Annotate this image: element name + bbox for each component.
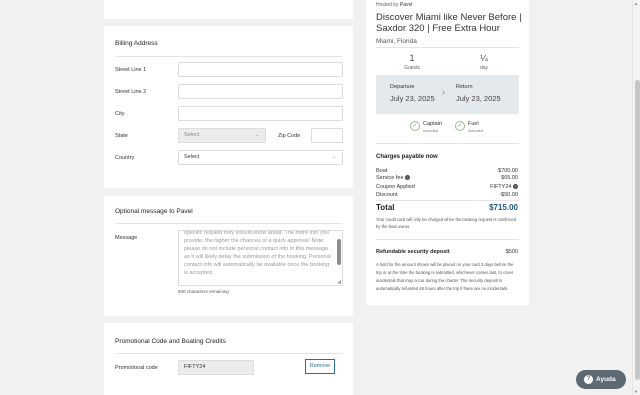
- divider: [376, 200, 519, 201]
- help-label: Ayuda: [596, 376, 616, 383]
- fuel-sub: Included: [468, 128, 484, 133]
- divider: [115, 223, 342, 224]
- captain-sub: Included: [423, 128, 439, 133]
- top-card: [104, 0, 353, 19]
- host-name: Pavel: [399, 2, 413, 8]
- billing-title: Billing Address: [115, 40, 158, 47]
- return-label: Return: [456, 84, 473, 90]
- fuel-check-icon: ✓: [455, 121, 465, 131]
- promo-title: Promotional Code and Boating Credits: [115, 338, 226, 345]
- country-select[interactable]: Select ⌄: [178, 150, 343, 165]
- divider: [115, 56, 342, 57]
- promo-label: Promotional code: [115, 365, 158, 371]
- charges-title: Charges payable now: [376, 154, 438, 160]
- divider: [376, 47, 519, 48]
- message-textarea[interactable]: specific request they should know about.…: [178, 230, 343, 286]
- hosted-prefix: Hosted by: [376, 2, 399, 8]
- duration-label: day: [479, 65, 489, 71]
- dates-box[interactable]: Departure July 23, 2025 › Return July 23…: [376, 75, 519, 114]
- charge-value-boat: $700.00: [498, 168, 518, 174]
- charge-label-discount: Discount: [376, 192, 398, 198]
- divider: [376, 143, 519, 144]
- listing-title: Discover Miami like Never Before | Saxdo…: [376, 12, 522, 34]
- captain-label: Captain: [423, 121, 442, 127]
- state-label: State: [115, 133, 128, 139]
- coupon-code: FIFTY24: [490, 184, 512, 190]
- charge-label-service-fee: Service fee: [376, 175, 404, 181]
- info-icon[interactable]: ?: [513, 184, 518, 190]
- total-label: Total: [376, 203, 395, 212]
- message-label: Message: [115, 235, 138, 241]
- zip-input[interactable]: [311, 128, 343, 143]
- city-label: City: [115, 111, 125, 117]
- divider: [376, 239, 519, 240]
- resize-handle-icon[interactable]: ◢: [337, 279, 341, 285]
- page-scrollbar[interactable]: ▲ ▼: [632, 0, 640, 395]
- billing-card: Billing Address Street Line 1 Street Lin…: [104, 26, 353, 188]
- country-label: Country: [115, 155, 135, 161]
- state-value: Select: [184, 132, 200, 138]
- return-date: July 23, 2025: [456, 94, 501, 103]
- message-card: Optional message to Pavel Message specif…: [104, 196, 353, 316]
- departure-label: Departure: [390, 84, 415, 90]
- charge-value-coupon: FIFTY24 ?: [490, 184, 518, 190]
- guests-value: 1: [409, 53, 415, 63]
- departure-date: July 23, 2025: [390, 94, 435, 103]
- charge-value-discount: -$50.00: [499, 192, 518, 198]
- listing-location: Miami, Florida: [376, 38, 417, 45]
- street2-input[interactable]: [178, 84, 343, 99]
- chevron-down-icon: ⌄: [254, 132, 259, 138]
- chat-icon: ?: [584, 375, 593, 384]
- street1-label: Street Line 1: [115, 67, 147, 73]
- city-input[interactable]: [178, 106, 343, 121]
- hosted-by: Hosted by Pavel: [376, 2, 412, 8]
- scroll-up-icon[interactable]: ▲: [634, 1, 638, 6]
- state-select[interactable]: Select ⌄: [178, 128, 266, 143]
- captain-check-icon: ✓: [410, 121, 420, 131]
- help-button[interactable]: ? Ayuda: [576, 370, 626, 389]
- charge-value-service-fee: $65.00: [501, 175, 518, 181]
- duration-value: ¼: [480, 53, 488, 63]
- street2-label: Street Line 2: [115, 89, 147, 95]
- security-value: $500: [505, 249, 518, 255]
- guests-label: Guests: [404, 65, 420, 71]
- charges-note: Your credit card will only be charged wh…: [376, 217, 516, 229]
- promo-value: FIFTY24: [184, 364, 206, 370]
- scroll-down-icon[interactable]: ▼: [634, 389, 638, 394]
- fuel-label: Fuel: [468, 121, 479, 127]
- message-text: specific request they should know about.…: [184, 230, 331, 276]
- country-value: Select: [184, 154, 200, 160]
- charge-label-coupon: Coupon Applied: [376, 184, 415, 190]
- security-note: A hold for the amount shown will be plac…: [376, 262, 514, 291]
- charge-label-boat: Boat: [376, 168, 388, 174]
- characters-remaining: 500 characters remaining: [178, 289, 229, 294]
- charge-row-service-fee: Service fee ?: [376, 175, 411, 181]
- divider: [115, 353, 342, 354]
- street1-input[interactable]: [178, 62, 343, 77]
- chevron-down-icon: ⌄: [331, 154, 336, 160]
- scrollbar-thumb[interactable]: [634, 80, 640, 380]
- textarea-scrollbar[interactable]: [337, 239, 341, 265]
- remove-button[interactable]: Remove: [305, 359, 335, 374]
- promo-card: Promotional Code and Boating Credits Pro…: [104, 323, 353, 395]
- security-title: Refundable security deposit: [376, 249, 450, 255]
- message-title: Optional message to Pavel: [115, 208, 193, 215]
- chevron-right-icon: ›: [442, 87, 445, 97]
- promo-input[interactable]: FIFTY24: [178, 360, 254, 375]
- booking-summary-card: Hosted by Pavel Discover Miami like Neve…: [366, 0, 529, 305]
- total-value: $715.00: [489, 203, 518, 212]
- info-icon[interactable]: ?: [405, 175, 411, 181]
- zip-label: Zip Code: [278, 133, 301, 139]
